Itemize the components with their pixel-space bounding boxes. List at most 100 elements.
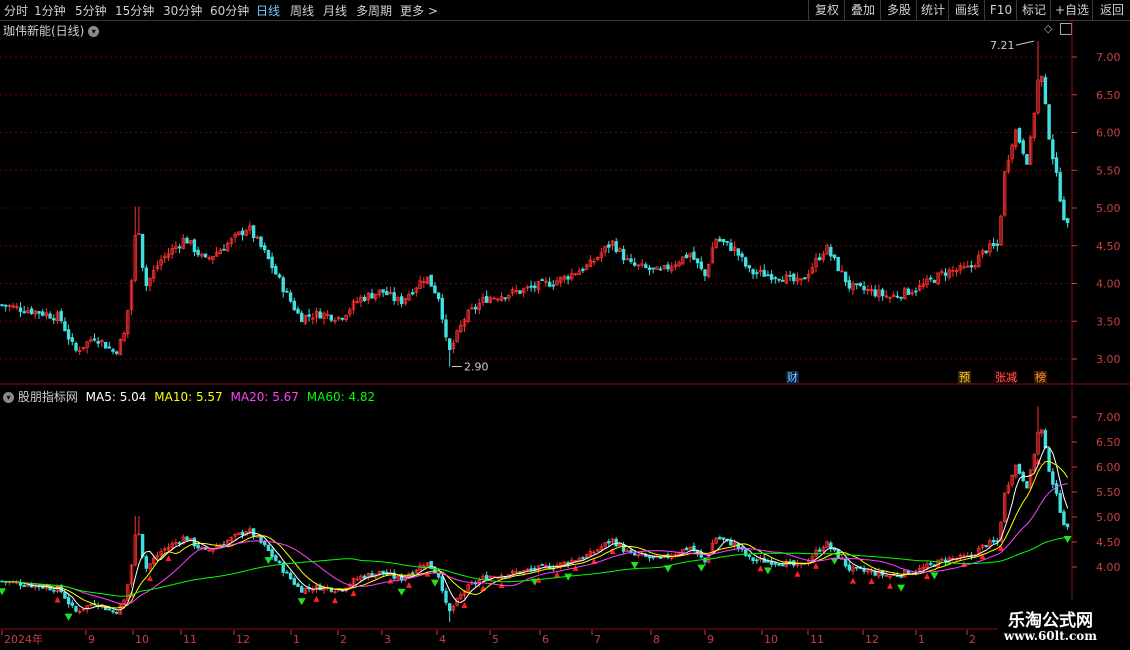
candle-body: [862, 286, 866, 291]
candle-body: [781, 564, 785, 567]
buy-arrow: [313, 595, 320, 602]
period-day[interactable]: 日线: [256, 2, 280, 19]
candle-body: [399, 296, 404, 305]
candle-body: [436, 292, 441, 299]
candle-body: [277, 560, 282, 564]
period-more[interactable]: 更多 >: [400, 2, 438, 19]
ind-y-tick-label: 7.00: [1096, 411, 1121, 424]
period-week[interactable]: 周线: [290, 2, 314, 19]
overlay-button[interactable]: 叠加: [844, 0, 881, 20]
f10-button[interactable]: F10: [984, 0, 1017, 20]
candle-body: [747, 265, 752, 269]
buy-arrow: [350, 590, 357, 597]
sell-arrow: [430, 579, 439, 587]
candle-body: [1058, 172, 1062, 202]
period-month[interactable]: 月线: [323, 2, 347, 19]
financial-report-marker[interactable]: 财: [786, 371, 799, 384]
candle-body: [633, 552, 637, 556]
draw-button[interactable]: 画线: [948, 0, 985, 20]
candle-body: [581, 268, 585, 272]
candle-body: [266, 544, 271, 551]
sell-arrow: [897, 584, 906, 592]
period-fenshi[interactable]: 分时: [4, 2, 28, 19]
candle-body: [1047, 448, 1051, 472]
period-60min[interactable]: 60分钟: [210, 2, 249, 19]
candle-body: [262, 245, 267, 251]
candle-body: [1043, 77, 1048, 105]
candle-body: [644, 264, 648, 268]
buy-arrow: [406, 581, 412, 588]
candle-body: [540, 279, 544, 282]
candle-body: [66, 597, 71, 605]
x-tick-label: 11: [810, 633, 824, 646]
candle-body: [48, 313, 52, 319]
stats-button[interactable]: 统计: [916, 0, 949, 20]
period-5min[interactable]: 5分钟: [75, 2, 107, 19]
back-button[interactable]: 返回: [1092, 0, 1130, 20]
buy-arrow: [813, 562, 819, 569]
candle-body: [855, 566, 859, 569]
period-multi[interactable]: 多周期: [356, 2, 392, 19]
dragon-tiger-marker[interactable]: 榜: [1034, 371, 1047, 384]
add-watchlist-button[interactable]: +自选: [1050, 0, 1093, 20]
x-tick-label: 1: [293, 633, 300, 646]
candle-body: [773, 277, 777, 280]
candle-body: [1017, 128, 1022, 143]
candle-body: [629, 258, 633, 263]
candle-body: [436, 572, 441, 578]
candle-body: [66, 329, 71, 340]
buy-arrow: [850, 577, 856, 584]
candle-body: [899, 296, 903, 299]
candle-body: [943, 272, 948, 276]
candle-body: [266, 249, 271, 260]
candle-body: [63, 591, 67, 599]
multi-stock-button[interactable]: 多股: [880, 0, 917, 20]
candle-body: [281, 277, 285, 293]
candle-body: [222, 248, 226, 251]
buy-arrow: [165, 555, 172, 562]
holding-reduce-marker[interactable]: 张减: [994, 371, 1018, 384]
buy-arrow: [887, 582, 893, 589]
candle-body: [1017, 463, 1022, 474]
candle-body: [818, 549, 822, 552]
candle-body: [74, 606, 78, 612]
candle-body: [251, 225, 256, 239]
period-1min[interactable]: 1分钟: [34, 2, 66, 19]
indicator-chart[interactable]: 7.00 6.50 6.00 5.50 5.00 4.50 4.00: [0, 386, 1130, 630]
candle-body: [792, 273, 796, 282]
candle-body: [362, 575, 367, 579]
candle-body: [607, 244, 611, 248]
period-30min[interactable]: 30分钟: [163, 2, 202, 19]
candle-body: [74, 342, 78, 351]
ma20-line: [1, 483, 1068, 605]
candle-body: [41, 311, 45, 316]
candle-body: [296, 583, 300, 588]
x-tick-label: 7: [594, 633, 601, 646]
candle-body: [1065, 523, 1070, 528]
candle-body: [1021, 140, 1025, 154]
sell-arrow: [397, 588, 406, 596]
candle-body: [581, 557, 585, 559]
candle-body: [777, 563, 781, 566]
main-y-tick-label: 6.50: [1096, 89, 1121, 102]
candle-body: [288, 292, 293, 302]
x-tick-label: 1: [918, 633, 925, 646]
candle-body: [773, 562, 777, 565]
period-15min[interactable]: 15分钟: [115, 2, 154, 19]
candle-body: [433, 285, 437, 294]
candlestick-chart[interactable]: 7.00 6.50 6.00 5.50 5.00 4.50 4.00 3.50 3.00 7.21…: [0, 20, 1130, 385]
forecast-marker[interactable]: 预: [958, 371, 971, 384]
ind-y-tick-label: 5.00: [1096, 511, 1121, 524]
fuquan-button[interactable]: 复权: [808, 0, 845, 20]
sell-arrow: [64, 613, 73, 621]
candle-body: [144, 267, 148, 286]
candle-body: [70, 337, 74, 342]
sell-arrow: [564, 573, 573, 581]
sell-arrow: [0, 588, 6, 596]
candle-body: [1051, 471, 1055, 485]
candle-body: [718, 537, 722, 540]
mark-button[interactable]: 标记: [1016, 0, 1051, 20]
high-price-arrow: [1015, 40, 1035, 46]
candle-body: [177, 246, 182, 249]
candle-body: [0, 304, 4, 306]
